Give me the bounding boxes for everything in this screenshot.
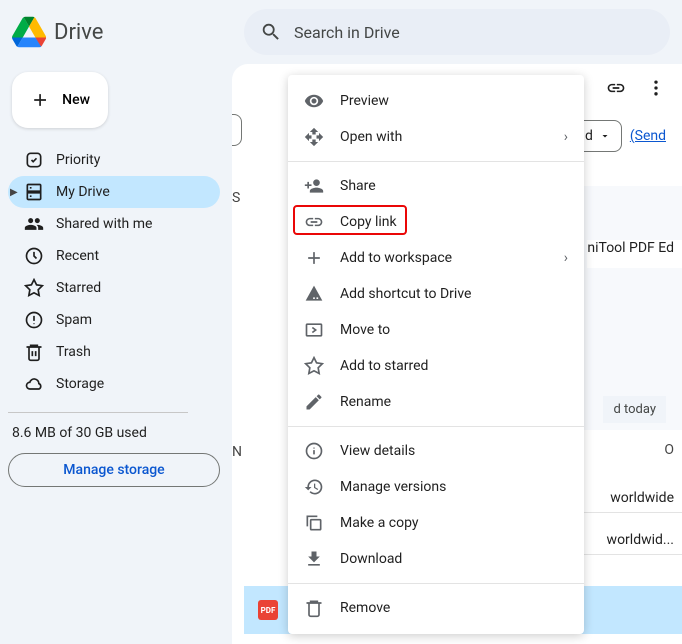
link-icon[interactable]	[606, 78, 626, 98]
chevron-down-icon	[599, 130, 611, 142]
divider	[8, 412, 188, 413]
shortcut-icon	[304, 284, 324, 304]
move-icon	[304, 320, 324, 340]
menu-add-shortcut[interactable]: Add shortcut to Drive	[288, 276, 584, 312]
menu-view-details[interactable]: View details	[288, 433, 584, 469]
section-label-s: S	[232, 190, 240, 206]
drive-icon	[24, 182, 44, 202]
trash-icon	[24, 342, 44, 362]
priority-icon	[24, 150, 44, 170]
sidebar-item-spam[interactable]: Spam	[8, 304, 220, 336]
info-icon	[304, 441, 324, 461]
menu-add-starred[interactable]: Add to starred	[288, 348, 584, 384]
logo-area[interactable]: Drive	[12, 15, 244, 49]
file-preview-snippet: niTool PDF Ed	[587, 240, 682, 268]
link-icon	[304, 212, 324, 232]
copy-icon	[304, 513, 324, 533]
section-label-n: N	[232, 444, 242, 460]
chevron-right-icon: ▶	[10, 187, 18, 198]
menu-rename[interactable]: Rename	[288, 384, 584, 420]
pencil-icon	[304, 392, 324, 412]
modified-today-badge: d today	[603, 396, 666, 423]
sidebar-item-priority[interactable]: Priority	[8, 144, 220, 176]
sidebar: New Priority ▶ My Drive Shared with me R…	[0, 64, 232, 644]
spam-icon	[24, 310, 44, 330]
sidebar-item-starred[interactable]: Starred	[8, 272, 220, 304]
pdf-icon: PDF	[258, 600, 278, 620]
sidebar-item-storage[interactable]: Storage	[8, 368, 220, 400]
menu-manage-versions[interactable]: Manage versions	[288, 469, 584, 505]
history-icon	[304, 477, 324, 497]
storage-usage: 8.6 MB of 30 GB used	[8, 421, 220, 453]
menu-add-workspace[interactable]: Add to workspace ›	[288, 240, 584, 276]
chip-partial	[232, 114, 242, 146]
people-icon	[24, 214, 44, 234]
drive-logo-icon	[12, 15, 46, 49]
menu-share[interactable]: Share	[288, 168, 584, 204]
trash-icon	[304, 598, 324, 618]
new-button-label: New	[62, 92, 90, 108]
manage-storage-button[interactable]: Manage storage	[8, 453, 220, 487]
context-menu: Preview Open with › Share Copy link Add …	[288, 75, 584, 634]
eye-icon	[304, 91, 324, 111]
star-icon	[304, 356, 324, 376]
menu-download[interactable]: Download	[288, 541, 584, 577]
menu-remove[interactable]: Remove	[288, 590, 584, 626]
section-label-o: O	[664, 442, 674, 458]
search-input[interactable]	[294, 23, 654, 42]
send-feedback-link[interactable]: (Send	[630, 128, 666, 144]
download-icon	[304, 549, 324, 569]
star-icon	[24, 278, 44, 298]
open-with-icon	[304, 127, 324, 147]
plus-icon	[30, 89, 50, 111]
menu-make-copy[interactable]: Make a copy	[288, 505, 584, 541]
search-bar[interactable]	[244, 9, 670, 55]
plus-icon	[304, 248, 324, 268]
sidebar-item-recent[interactable]: Recent	[8, 240, 220, 272]
sidebar-item-my-drive[interactable]: ▶ My Drive	[8, 176, 220, 208]
header: Drive	[0, 0, 682, 64]
search-icon	[260, 21, 282, 43]
person-add-icon	[304, 176, 324, 196]
menu-preview[interactable]: Preview	[288, 83, 584, 119]
chevron-right-icon: ›	[564, 129, 568, 145]
menu-copy-link[interactable]: Copy link	[288, 204, 584, 240]
sidebar-item-trash[interactable]: Trash	[8, 336, 220, 368]
sidebar-item-shared[interactable]: Shared with me	[8, 208, 220, 240]
menu-move-to[interactable]: Move to	[288, 312, 584, 348]
cloud-icon	[24, 374, 44, 394]
toolbar	[606, 78, 666, 98]
app-title: Drive	[54, 20, 103, 45]
more-icon[interactable]	[646, 78, 666, 98]
clock-icon	[24, 246, 44, 266]
new-button[interactable]: New	[12, 72, 108, 128]
menu-open-with[interactable]: Open with ›	[288, 119, 584, 155]
chevron-right-icon: ›	[564, 250, 568, 266]
